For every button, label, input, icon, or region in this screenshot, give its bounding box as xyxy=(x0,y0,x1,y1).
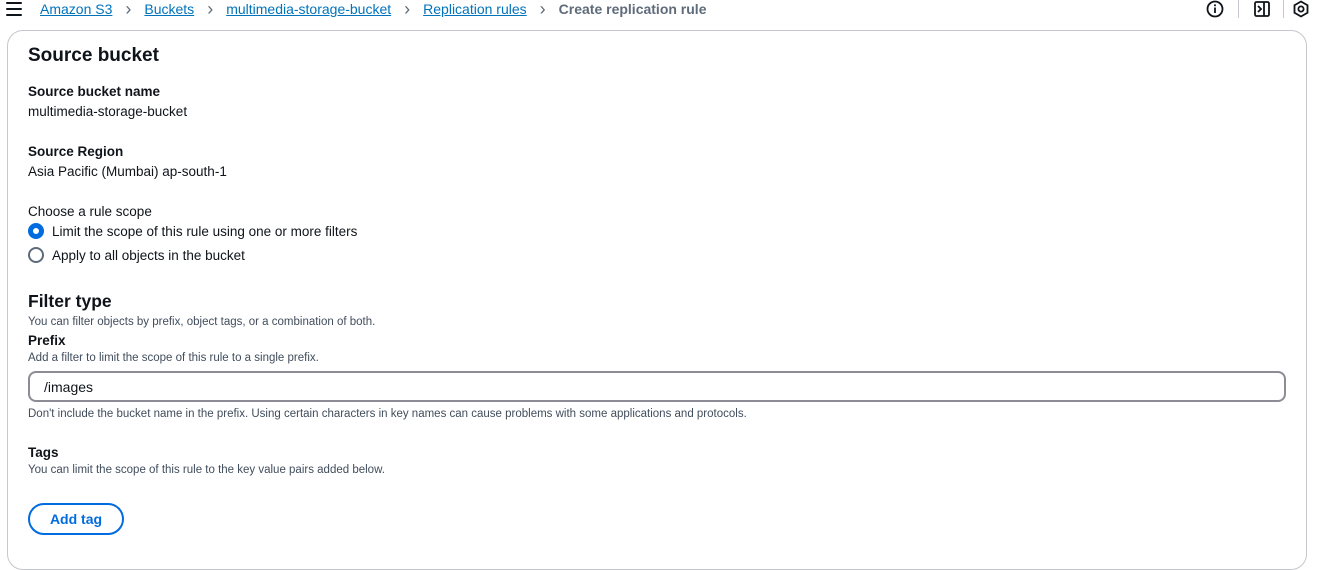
hamburger-menu-icon[interactable] xyxy=(6,2,22,16)
gear-icon[interactable] xyxy=(1292,0,1310,18)
breadcrumb-amazon-s3[interactable]: Amazon S3 xyxy=(40,1,112,17)
radio-unselected-icon[interactable] xyxy=(28,247,44,263)
prefix-input[interactable] xyxy=(28,371,1286,402)
add-tag-button[interactable]: Add tag xyxy=(28,503,124,535)
info-icon[interactable] xyxy=(1206,0,1224,18)
prefix-label: Prefix xyxy=(28,333,66,348)
breadcrumb-bucket[interactable]: multimedia-storage-bucket xyxy=(226,1,391,17)
chevron-right-icon: › xyxy=(125,0,132,19)
source-bucket-name-label: Source bucket name xyxy=(28,84,161,99)
tags-label: Tags xyxy=(28,445,59,460)
top-bar: Amazon S3 › Buckets › multimedia-storage… xyxy=(0,0,1328,20)
source-bucket-panel: Source bucket Source bucket name multime… xyxy=(7,30,1307,570)
breadcrumb-current: Create replication rule xyxy=(558,1,707,17)
breadcrumb-replication-rules[interactable]: Replication rules xyxy=(423,1,527,17)
scope-option-all-objects[interactable]: Apply to all objects in the bucket xyxy=(28,247,245,263)
rule-scope-label: Choose a rule scope xyxy=(28,204,152,219)
source-bucket-heading: Source bucket xyxy=(28,45,159,66)
side-panel-icon[interactable] xyxy=(1253,0,1271,18)
chevron-right-icon: › xyxy=(207,0,214,19)
radio-selected-icon[interactable] xyxy=(28,223,44,239)
toolbar-divider xyxy=(1283,0,1284,18)
filter-type-description: You can filter objects by prefix, object… xyxy=(28,316,376,328)
scope-option-filtered-label: Limit the scope of this rule using one o… xyxy=(52,223,358,239)
toolbar-divider xyxy=(1238,0,1239,18)
source-bucket-name-value: multimedia-storage-bucket xyxy=(28,104,188,119)
breadcrumb-buckets[interactable]: Buckets xyxy=(144,1,194,17)
prefix-hint: Don't include the bucket name in the pre… xyxy=(28,408,747,420)
scope-option-filtered[interactable]: Limit the scope of this rule using one o… xyxy=(28,223,357,239)
tags-description: You can limit the scope of this rule to … xyxy=(28,464,385,476)
source-region-label: Source Region xyxy=(28,144,124,159)
chevron-right-icon: › xyxy=(404,0,411,19)
chevron-right-icon: › xyxy=(539,0,546,19)
scope-option-all-objects-label: Apply to all objects in the bucket xyxy=(52,247,245,263)
breadcrumb: Amazon S3 › Buckets › multimedia-storage… xyxy=(40,0,706,18)
filter-type-heading: Filter type xyxy=(28,291,112,311)
prefix-description: Add a filter to limit the scope of this … xyxy=(28,352,319,364)
source-region-value: Asia Pacific (Mumbai) ap-south-1 xyxy=(28,164,227,179)
